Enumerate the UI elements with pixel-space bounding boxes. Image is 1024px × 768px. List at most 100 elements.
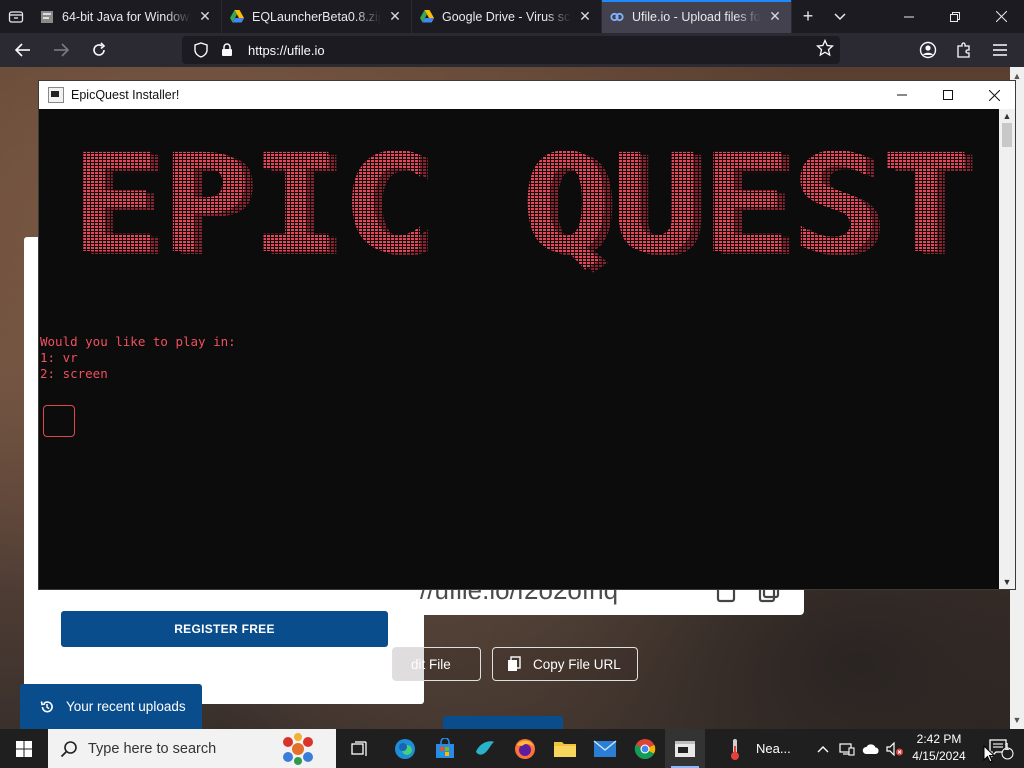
taskbar-store[interactable] <box>425 729 465 768</box>
epic-quest-ascii-banner: EPIC QUEST EPIC QUEST <box>71 126 979 287</box>
show-hidden-icons-button[interactable] <box>814 729 832 768</box>
ufile-icon <box>610 10 624 24</box>
account-button[interactable] <box>910 33 946 67</box>
minimize-icon <box>897 94 907 96</box>
windows-logo-icon <box>16 740 32 757</box>
option-screen: 2: screen <box>40 366 108 381</box>
forward-button[interactable] <box>44 35 78 65</box>
option-vr: 1: vr <box>40 350 78 365</box>
close-tab-icon[interactable]: ✕ <box>197 8 213 25</box>
close-icon <box>995 11 1007 22</box>
reload-button[interactable] <box>82 35 116 65</box>
taskbar-app-bird[interactable] <box>465 729 505 768</box>
folder-icon <box>554 741 576 757</box>
console-minimize-button[interactable] <box>879 81 925 109</box>
console-app-icon <box>48 87 64 103</box>
account-icon <box>919 41 937 59</box>
mail-icon <box>593 739 617 757</box>
new-tab-button[interactable]: + <box>792 0 824 33</box>
close-browser-button[interactable] <box>978 0 1024 33</box>
partially-hidden-button[interactable] <box>443 716 563 729</box>
copy-file-url-label: Copy File URL <box>533 656 621 672</box>
chevron-down-icon <box>834 12 846 20</box>
onedrive-cloud-icon[interactable] <box>861 729 881 768</box>
tab-title: Google Drive - Virus scan <box>442 9 571 24</box>
arrow-left-icon <box>15 43 30 57</box>
clock-date: 4/15/2024 <box>912 749 966 763</box>
taskbar-chrome[interactable] <box>625 729 665 768</box>
recent-uploads-label: Your recent uploads <box>66 699 186 714</box>
taskbar-edge[interactable] <box>385 729 425 768</box>
taskbar-firefox[interactable] <box>505 729 545 768</box>
google-drive-icon <box>420 10 434 24</box>
tab-title: Ufile.io - Upload files for f <box>632 9 761 24</box>
close-tab-icon[interactable]: ✕ <box>387 8 403 25</box>
back-button[interactable] <box>6 35 40 65</box>
search-icon <box>60 740 77 757</box>
console-input-box[interactable] <box>43 405 75 437</box>
search-highlight-flower-icon <box>283 733 313 765</box>
banner-text: EPIC QUEST <box>71 126 971 284</box>
taskbar-weather-widget[interactable] <box>715 729 755 768</box>
copy-icon <box>508 656 521 671</box>
tracking-protection-shield-icon[interactable] <box>190 39 212 61</box>
edit-file-button[interactable]: dit File <box>392 647 481 681</box>
console-scrollbar[interactable]: ▲ ▼ <box>999 109 1015 589</box>
task-view-icon <box>351 740 367 756</box>
scroll-down-arrow-icon[interactable]: ▼ <box>1010 713 1024 727</box>
extensions-button[interactable] <box>946 33 982 67</box>
chevron-up-icon <box>817 745 829 752</box>
bookmark-star-icon[interactable] <box>815 38 835 60</box>
tab-eqlauncher[interactable]: EQLauncherBeta0.8.zip - ✕ <box>222 0 412 33</box>
chrome-icon <box>634 738 656 759</box>
weather-label[interactable]: Nea... <box>756 729 791 768</box>
copy-file-url-button[interactable]: Copy File URL <box>492 647 638 681</box>
start-button[interactable] <box>0 729 48 768</box>
volume-muted-icon[interactable] <box>885 729 905 768</box>
minimize-browser-button[interactable] <box>886 0 932 33</box>
tab-java[interactable]: 64-bit Java for Windows ✕ <box>32 0 222 33</box>
close-icon <box>988 89 1000 101</box>
scroll-down-arrow-icon[interactable]: ▼ <box>999 575 1015 589</box>
tab-ufile[interactable]: Ufile.io - Upload files for f ✕ <box>602 0 792 33</box>
history-icon <box>40 700 53 712</box>
action-center-button[interactable]: 1 <box>978 729 1024 768</box>
register-free-button[interactable]: REGISTER FREE <box>61 611 388 647</box>
url-text[interactable]: https://ufile.io <box>248 43 325 58</box>
console-window-icon <box>675 740 695 757</box>
tab-google-drive[interactable]: Google Drive - Virus scan ✕ <box>412 0 602 33</box>
network-icon[interactable] <box>838 729 856 768</box>
app-menu-button[interactable] <box>982 33 1018 67</box>
task-view-button[interactable] <box>340 729 380 768</box>
console-close-button[interactable] <box>971 81 1017 109</box>
play-mode-prompt: Would you like to play in: 1: vr 2: screen <box>40 334 236 382</box>
taskbar-file-explorer[interactable] <box>545 729 585 768</box>
close-tab-icon[interactable]: ✕ <box>767 8 783 25</box>
thermometer-icon <box>731 738 739 760</box>
mouse-cursor-icon <box>983 745 995 763</box>
address-bar[interactable]: https://ufile.io <box>182 36 840 64</box>
plus-icon: + <box>802 6 814 26</box>
taskbar-search-box[interactable]: Type here to search <box>48 729 336 768</box>
scroll-up-arrow-icon[interactable]: ▲ <box>999 109 1015 123</box>
edit-file-label: dit File <box>411 656 451 672</box>
bird-app-icon <box>476 740 494 755</box>
search-placeholder: Type here to search <box>88 740 217 757</box>
firefox-view-button[interactable] <box>0 0 32 33</box>
minimize-icon <box>904 16 914 17</box>
firefox-view-icon <box>8 10 24 23</box>
restore-browser-button[interactable] <box>932 0 978 33</box>
restore-icon <box>950 11 960 22</box>
taskbar-console-app[interactable] <box>665 729 705 768</box>
prompt-question: Would you like to play in: <box>40 334 236 349</box>
console-titlebar[interactable]: EpicQuest Installer! <box>39 81 1015 109</box>
edge-browser-icon <box>395 738 415 759</box>
console-maximize-button[interactable] <box>925 81 971 109</box>
console-scroll-thumb[interactable] <box>1002 123 1012 147</box>
taskbar-mail[interactable] <box>585 729 625 768</box>
taskbar-clock[interactable]: 2:42 PM 4/15/2024 <box>904 731 974 765</box>
close-tab-icon[interactable]: ✕ <box>577 8 593 25</box>
lock-icon[interactable] <box>216 39 238 61</box>
recent-uploads-button[interactable]: Your recent uploads <box>20 684 202 729</box>
list-all-tabs-button[interactable] <box>824 0 856 33</box>
